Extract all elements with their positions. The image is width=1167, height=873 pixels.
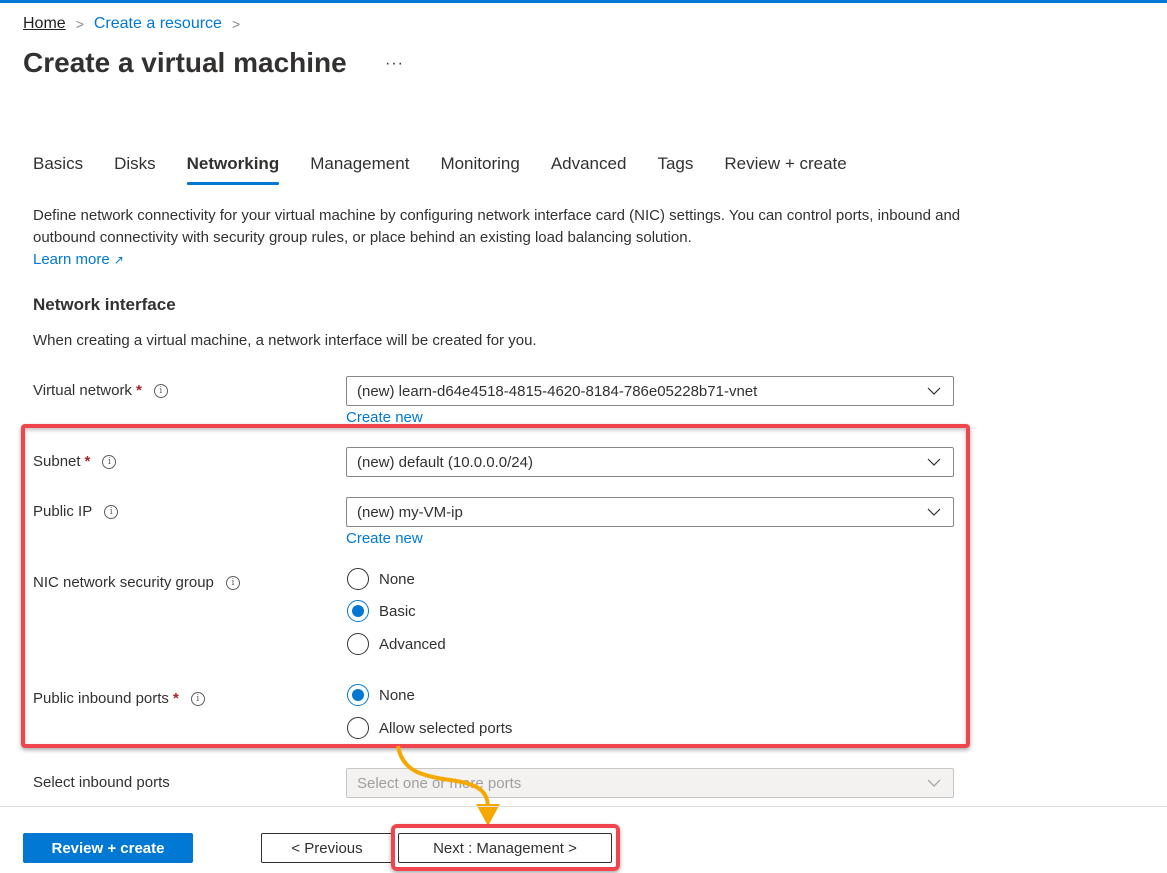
description-text: Define network connectivity for your vir… — [33, 207, 961, 246]
radio-circle — [347, 568, 369, 590]
radio-label: Allow selected ports — [379, 719, 513, 737]
learn-more-label: Learn more — [33, 251, 110, 268]
radio-circle — [347, 717, 369, 739]
footer-divider — [0, 806, 1167, 807]
breadcrumb-create-resource[interactable]: Create a resource — [94, 15, 222, 33]
public-inbound-ports-label: Public inbound ports * i — [33, 690, 205, 707]
previous-button[interactable]: < Previous — [261, 833, 393, 863]
chevron-down-icon — [927, 779, 941, 787]
virtual-network-label-text: Virtual network — [33, 382, 132, 399]
tab-advanced[interactable]: Advanced — [551, 154, 627, 182]
tab-review-create[interactable]: Review + create — [724, 154, 846, 182]
subnet-label: Subnet * i — [33, 453, 117, 470]
virtual-network-label: Virtual network * i — [33, 382, 168, 399]
public-ip-create-new[interactable]: Create new — [346, 530, 423, 547]
tab-monitoring[interactable]: Monitoring — [440, 154, 519, 182]
nic-nsg-label-text: NIC network security group — [33, 574, 214, 591]
subnet-select[interactable]: (new) default (10.0.0.0/24) — [346, 447, 954, 477]
nic-nsg-radio-none[interactable]: None — [347, 568, 415, 590]
page-title: Create a virtual machine — [23, 47, 347, 78]
public-ip-label-text: Public IP — [33, 503, 93, 520]
review-create-button[interactable]: Review + create — [23, 833, 193, 863]
public-inbound-ports-label-text: Public inbound ports — [33, 690, 169, 707]
tab-tags[interactable]: Tags — [657, 154, 693, 182]
chevron-down-icon — [927, 508, 941, 516]
nic-nsg-radio-advanced[interactable]: Advanced — [347, 633, 446, 655]
virtual-network-value: (new) learn-d64e4518-4815-4620-8184-786e… — [357, 382, 758, 400]
radio-circle — [347, 600, 369, 622]
info-icon[interactable]: i — [225, 575, 240, 590]
select-inbound-ports-label: Select inbound ports — [33, 774, 170, 791]
network-interface-heading: Network interface — [33, 295, 176, 314]
learn-more-link[interactable]: Learn more ↗ — [33, 251, 124, 268]
virtual-network-select[interactable]: (new) learn-d64e4518-4815-4620-8184-786e… — [346, 376, 954, 406]
select-inbound-ports-select[interactable]: Select one or more ports — [346, 768, 954, 798]
tab-bar: Basics Disks Networking Management Monit… — [33, 154, 878, 185]
tab-basics[interactable]: Basics — [33, 154, 83, 182]
info-icon[interactable]: i — [104, 504, 119, 519]
select-inbound-ports-placeholder: Select one or more ports — [357, 774, 522, 792]
radio-circle — [347, 684, 369, 706]
chevron-right-icon: > — [75, 16, 84, 32]
inbound-ports-radio-allow-selected[interactable]: Allow selected ports — [347, 717, 512, 739]
networking-description: Define network connectivity for your vir… — [33, 205, 963, 271]
info-icon[interactable]: i — [153, 383, 168, 398]
public-ip-label: Public IP i — [33, 503, 119, 520]
breadcrumb: Home > Create a resource > — [23, 15, 250, 33]
chevron-down-icon — [927, 387, 941, 395]
required-asterisk: * — [172, 690, 179, 707]
chevron-right-icon: > — [231, 16, 241, 32]
top-accent-bar — [0, 0, 1167, 3]
required-asterisk: * — [84, 453, 91, 470]
radio-label: None — [379, 686, 415, 704]
radio-label: None — [379, 570, 415, 588]
public-ip-select[interactable]: (new) my-VM-ip — [346, 497, 954, 527]
nic-nsg-label: NIC network security group i — [33, 574, 240, 591]
radio-circle — [347, 633, 369, 655]
tab-disks[interactable]: Disks — [114, 154, 156, 182]
chevron-down-icon — [927, 458, 941, 466]
public-ip-value: (new) my-VM-ip — [357, 503, 463, 521]
virtual-network-create-new[interactable]: Create new — [346, 409, 423, 426]
radio-label: Advanced — [379, 635, 446, 653]
select-inbound-ports-label-text: Select inbound ports — [33, 774, 170, 791]
external-link-icon: ↗ — [113, 253, 124, 267]
more-options-icon[interactable]: ··· — [385, 55, 404, 73]
breadcrumb-home[interactable]: Home — [23, 15, 66, 33]
nic-nsg-radio-basic[interactable]: Basic — [347, 600, 416, 622]
info-icon[interactable]: i — [190, 691, 205, 706]
subnet-label-text: Subnet — [33, 453, 81, 470]
next-management-button[interactable]: Next : Management > — [398, 833, 612, 863]
radio-label: Basic — [379, 602, 416, 620]
inbound-ports-radio-none[interactable]: None — [347, 684, 415, 706]
required-asterisk: * — [135, 382, 142, 399]
tab-management[interactable]: Management — [310, 154, 409, 182]
subnet-value: (new) default (10.0.0.0/24) — [357, 453, 533, 471]
network-interface-description: When creating a virtual machine, a netwo… — [33, 332, 537, 349]
info-icon[interactable]: i — [102, 454, 117, 469]
tab-networking[interactable]: Networking — [186, 154, 279, 185]
